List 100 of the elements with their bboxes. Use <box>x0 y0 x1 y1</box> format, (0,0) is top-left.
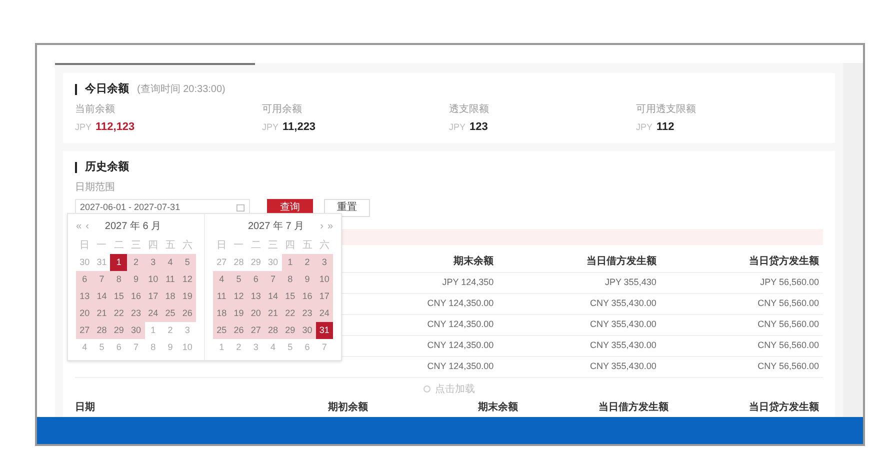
calendar-day[interactable]: 18 <box>162 288 179 305</box>
calendar-day[interactable]: 4 <box>162 254 179 271</box>
calendar-day[interactable]: 1 <box>110 254 128 271</box>
calendar-day[interactable]: 7 <box>127 339 145 356</box>
table-cell-text: CNY 56,560.00 <box>756 296 820 310</box>
calendar-day[interactable]: 17 <box>316 288 333 305</box>
calendar-day[interactable]: 11 <box>162 271 179 288</box>
calendar-day[interactable]: 1 <box>213 339 230 356</box>
calendar-day[interactable]: 4 <box>213 271 230 288</box>
table-cell-text: CNY 56,560.00 <box>756 360 820 373</box>
calendar-day[interactable]: 20 <box>247 305 264 322</box>
calendar-day[interactable]: 3 <box>316 254 333 271</box>
table-cell-text: CNY 124,350.00 <box>426 360 495 373</box>
calendar-day[interactable]: 7 <box>264 271 282 288</box>
calendar-day[interactable]: 29 <box>282 322 299 339</box>
table-cell-text: CNY 124,350.00 <box>426 338 495 352</box>
month-title: 2027 年 6 月 <box>104 220 162 234</box>
calendar-day[interactable]: 9 <box>127 271 145 288</box>
weekday-label: 一 <box>232 239 245 253</box>
calendar-day[interactable]: 9 <box>162 339 179 356</box>
calendar-day[interactable]: 16 <box>298 288 316 305</box>
calendar-nav-button[interactable]: » <box>327 218 333 234</box>
calendar-day[interactable]: 12 <box>178 271 196 288</box>
calendar-day[interactable]: 31 <box>93 254 110 271</box>
calendar-day[interactable]: 22 <box>282 305 299 322</box>
calendar-day[interactable]: 8 <box>110 271 128 288</box>
calendar-day[interactable]: 6 <box>247 271 264 288</box>
calendar-day[interactable]: 26 <box>178 305 196 322</box>
calendar-day[interactable]: 30 <box>264 254 282 271</box>
calendar-day[interactable]: 11 <box>213 288 230 305</box>
calendar-day[interactable]: 16 <box>127 288 145 305</box>
calendar-day[interactable]: 18 <box>213 305 230 322</box>
calendar-day[interactable]: 28 <box>93 322 110 339</box>
calendar-day[interactable]: 5 <box>93 339 110 356</box>
calendar-day[interactable]: 2 <box>162 322 179 339</box>
calendar-day[interactable]: 9 <box>298 271 316 288</box>
calendar-day[interactable]: 4 <box>76 339 94 356</box>
calendar-day[interactable]: 3 <box>144 254 162 271</box>
calendar-day[interactable]: 13 <box>247 288 264 305</box>
calendar-day[interactable]: 6 <box>76 271 94 288</box>
calendar-day[interactable]: 3 <box>247 339 264 356</box>
calendar-day[interactable]: 21 <box>93 305 110 322</box>
calendar-day[interactable]: 27 <box>76 322 94 339</box>
calendar-day[interactable]: 27 <box>247 322 264 339</box>
calendar-day[interactable]: 24 <box>144 305 162 322</box>
calendar-day[interactable]: 5 <box>282 339 299 356</box>
calendar-day[interactable]: 31 <box>316 322 333 339</box>
calendar-day[interactable]: 19 <box>230 305 248 322</box>
calendar-nav-button[interactable]: › <box>320 218 324 234</box>
calendar-day[interactable]: 10 <box>316 271 333 288</box>
calendar-day[interactable]: 22 <box>110 305 128 322</box>
calendar-day[interactable]: 10 <box>178 339 196 356</box>
calendar-day[interactable]: 10 <box>144 271 162 288</box>
calendar-day[interactable]: 30 <box>127 322 145 339</box>
calendar-day[interactable]: 25 <box>162 305 179 322</box>
calendar-day[interactable]: 27 <box>213 254 230 271</box>
calendar-day[interactable]: 7 <box>316 339 333 356</box>
calendar-day[interactable]: 14 <box>264 288 282 305</box>
calendar-day[interactable]: 1 <box>282 254 299 271</box>
calendar-day[interactable]: 5 <box>178 254 196 271</box>
calendar-day[interactable]: 4 <box>264 339 282 356</box>
calendar-day[interactable]: 2 <box>230 339 248 356</box>
calendar-day[interactable]: 29 <box>247 254 264 271</box>
calendar-day[interactable]: 3 <box>178 322 196 339</box>
calendar-day[interactable]: 24 <box>316 305 333 322</box>
weekday-label: 三 <box>266 239 279 253</box>
calendar-day[interactable]: 2 <box>127 254 145 271</box>
calendar-day[interactable]: 28 <box>230 254 248 271</box>
calendar-day[interactable]: 17 <box>144 288 162 305</box>
calendar-day[interactable]: 13 <box>76 288 94 305</box>
calendar-day[interactable]: 8 <box>144 339 162 356</box>
calendar-day[interactable]: 20 <box>76 305 94 322</box>
calendar-nav-button[interactable]: « <box>76 218 82 234</box>
calendar-day[interactable]: 28 <box>264 322 282 339</box>
calendar-day[interactable]: 19 <box>178 288 196 305</box>
calendar-day[interactable]: 15 <box>110 288 128 305</box>
calendar-day[interactable]: 29 <box>110 322 128 339</box>
calendar-day[interactable]: 21 <box>264 305 282 322</box>
calendar-day[interactable]: 8 <box>282 271 299 288</box>
calendar-day[interactable]: 7 <box>93 271 110 288</box>
calendar-day[interactable]: 1 <box>144 322 162 339</box>
calendar-day[interactable]: 14 <box>93 288 110 305</box>
calendar-day[interactable]: 12 <box>230 288 248 305</box>
balance-label: 当前余额 <box>75 102 116 116</box>
calendar-day[interactable]: 5 <box>230 271 248 288</box>
table-cell-text: CNY 56,560.00 <box>756 318 820 331</box>
calendar-day[interactable]: 23 <box>298 305 316 322</box>
weekday-label: 二 <box>250 239 262 253</box>
calendar-day[interactable]: 26 <box>230 322 248 339</box>
calendar-day[interactable]: 30 <box>76 254 94 271</box>
calendar-day[interactable]: 25 <box>213 322 230 339</box>
calendar-day[interactable]: 2 <box>298 254 316 271</box>
calendar-day[interactable]: 6 <box>110 339 128 356</box>
calendar-day[interactable]: 6 <box>298 339 316 356</box>
loading-icon <box>423 385 431 393</box>
calendar-nav-button[interactable]: ‹ <box>86 218 89 234</box>
calendar-day[interactable]: 15 <box>282 288 299 305</box>
calendar-day[interactable]: 30 <box>298 322 316 339</box>
load-more-link[interactable]: 点击加载 <box>435 382 475 396</box>
calendar-day[interactable]: 23 <box>127 305 145 322</box>
